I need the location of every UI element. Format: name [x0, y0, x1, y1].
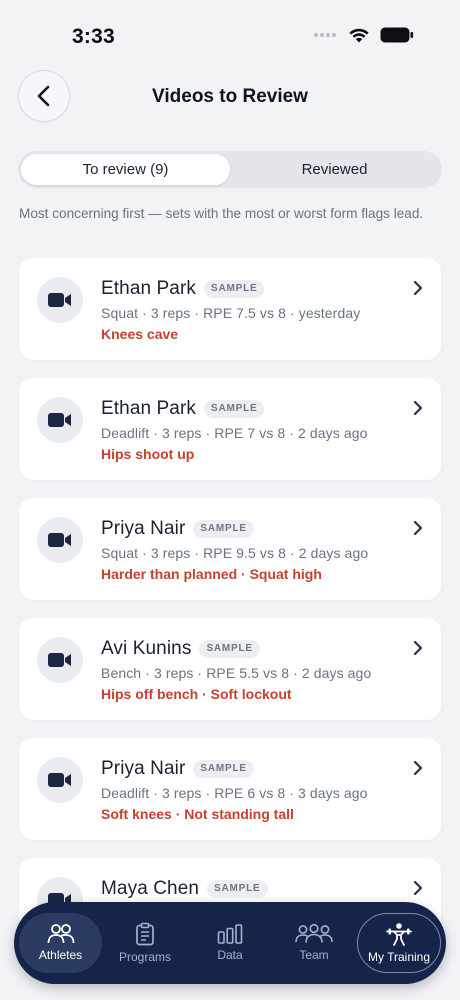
header: Videos to Review — [0, 70, 460, 124]
sample-badge: SAMPLE — [204, 400, 265, 418]
video-camera-icon — [37, 637, 83, 683]
athlete-name: Ethan Park — [101, 278, 196, 299]
video-camera-icon — [37, 757, 83, 803]
card-name-row: Maya Chen SAMPLE — [101, 878, 268, 900]
set-details: Squat · 3 reps · RPE 7.5 vs 8 · yesterda… — [101, 305, 361, 321]
set-details: Deadlift · 3 reps · RPE 7 vs 8 · 2 days … — [101, 425, 368, 441]
battery-icon — [380, 27, 414, 43]
status-time: 3:33 — [72, 25, 115, 48]
team-icon — [295, 924, 333, 943]
card-name-row: Priya Nair SAMPLE — [101, 758, 254, 780]
sort-description: Most concerning first — sets with the mo… — [19, 206, 424, 221]
card-name-row: Priya Nair SAMPLE — [101, 518, 254, 540]
status-bar: 3:33 — [0, 0, 460, 64]
chevron-right-icon — [413, 520, 423, 536]
athlete-name: Avi Kunins — [101, 638, 192, 659]
card-name-row: Avi Kunins SAMPLE — [101, 638, 260, 660]
video-camera-icon — [37, 277, 83, 323]
tab-programs[interactable]: Programs — [106, 913, 184, 973]
tab-bar: Athletes Programs Data Team My Training — [14, 902, 446, 984]
card-name-row: Ethan Park SAMPLE — [101, 398, 265, 420]
clipboard-icon — [136, 922, 154, 946]
tab-label: Athletes — [38, 948, 83, 962]
tab-data[interactable]: Data — [190, 913, 270, 973]
sample-badge: SAMPLE — [207, 880, 268, 898]
athletes-icon — [47, 924, 74, 944]
tab-my-training[interactable]: My Training — [357, 913, 441, 973]
athlete-name: Ethan Park — [101, 398, 196, 419]
set-details: Bench · 3 reps · RPE 5.5 vs 8 · 2 days a… — [101, 665, 372, 681]
sample-badge: SAMPLE — [193, 520, 254, 538]
form-flags: Harder than planned · Squat high — [101, 566, 322, 582]
video-card[interactable]: Priya Nair SAMPLE Deadlift · 3 reps · RP… — [19, 738, 441, 840]
chevron-right-icon — [413, 400, 423, 416]
screen: 3:33 Videos to Review To review (9) Revi… — [0, 0, 460, 1000]
form-flags: Knees cave — [101, 326, 179, 342]
review-segmented-control: To review (9) Reviewed — [18, 151, 442, 188]
form-flags: Hips shoot up — [101, 446, 195, 462]
video-card[interactable]: Ethan Park SAMPLE Squat · 3 reps · RPE 7… — [19, 258, 441, 360]
video-card[interactable]: Ethan Park SAMPLE Deadlift · 3 reps · RP… — [19, 378, 441, 480]
sample-badge: SAMPLE — [204, 280, 265, 298]
video-camera-icon — [37, 397, 83, 443]
video-card[interactable]: Avi Kunins SAMPLE Bench · 3 reps · RPE 5… — [19, 618, 441, 720]
status-indicators — [314, 27, 414, 43]
tab-team[interactable]: Team — [274, 913, 354, 973]
set-details: Deadlift · 3 reps · RPE 6 vs 8 · 3 days … — [101, 785, 368, 801]
athlete-name: Maya Chen — [101, 878, 200, 899]
wifi-icon — [349, 28, 369, 43]
form-flags: Soft knees · Not standing tall — [101, 806, 294, 822]
card-name-row: Ethan Park SAMPLE — [101, 278, 265, 300]
tab-athletes[interactable]: Athletes — [19, 913, 102, 973]
athlete-name: Priya Nair — [101, 758, 186, 779]
chevron-right-icon — [413, 640, 423, 656]
set-details: Squat · 3 reps · RPE 9.5 vs 8 · 2 days a… — [101, 545, 369, 561]
sample-badge: SAMPLE — [199, 640, 260, 658]
sample-badge: SAMPLE — [193, 760, 254, 778]
tab-label: My Training — [367, 950, 431, 964]
athlete-name: Priya Nair — [101, 518, 186, 539]
form-flags: Hips off bench · Soft lockout — [101, 686, 292, 702]
chevron-right-icon — [413, 760, 423, 776]
segment-reviewed[interactable]: Reviewed — [230, 154, 439, 185]
bar-chart-icon — [217, 924, 243, 944]
video-camera-icon — [37, 517, 83, 563]
tab-label: Data — [217, 948, 243, 962]
tab-label: Programs — [118, 950, 171, 964]
weightlifter-icon — [386, 923, 412, 946]
tab-label: Team — [299, 948, 329, 962]
segment-to-review[interactable]: To review (9) — [21, 154, 230, 185]
page-title: Videos to Review — [152, 86, 308, 107]
cellular-signal-icon — [314, 33, 336, 37]
chevron-right-icon — [413, 280, 423, 296]
video-list: Ethan Park SAMPLE Squat · 3 reps · RPE 7… — [19, 258, 441, 978]
video-card[interactable]: Priya Nair SAMPLE Squat · 3 reps · RPE 9… — [19, 498, 441, 600]
chevron-right-icon — [413, 880, 423, 896]
